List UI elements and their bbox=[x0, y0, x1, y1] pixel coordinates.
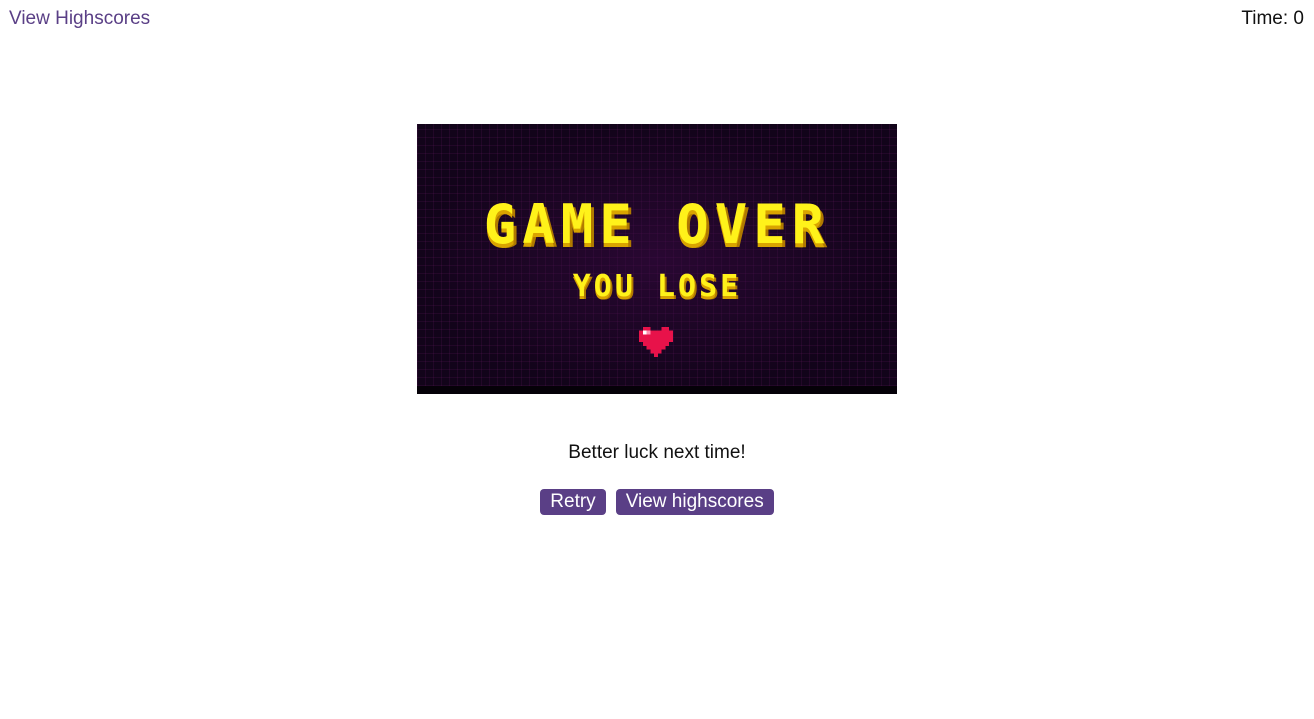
you-lose-subtitle: YOU LOSE bbox=[572, 269, 742, 304]
timer-readout: Time: 0 bbox=[1241, 8, 1304, 29]
view-highscores-link[interactable]: View Highscores bbox=[9, 8, 150, 30]
view-highscores-button[interactable]: View highscores bbox=[615, 489, 774, 515]
heart-icon bbox=[639, 326, 673, 358]
retry-button[interactable]: Retry bbox=[540, 489, 606, 515]
game-over-title: GAME OVER bbox=[483, 193, 831, 256]
result-message: Better luck next time! bbox=[568, 442, 746, 463]
game-over-image: GAME OVER YOU LOSE bbox=[417, 124, 897, 394]
action-buttons: Retry View highscores bbox=[0, 489, 1314, 515]
top-bar: View Highscores Time: 0 bbox=[0, 0, 1314, 40]
